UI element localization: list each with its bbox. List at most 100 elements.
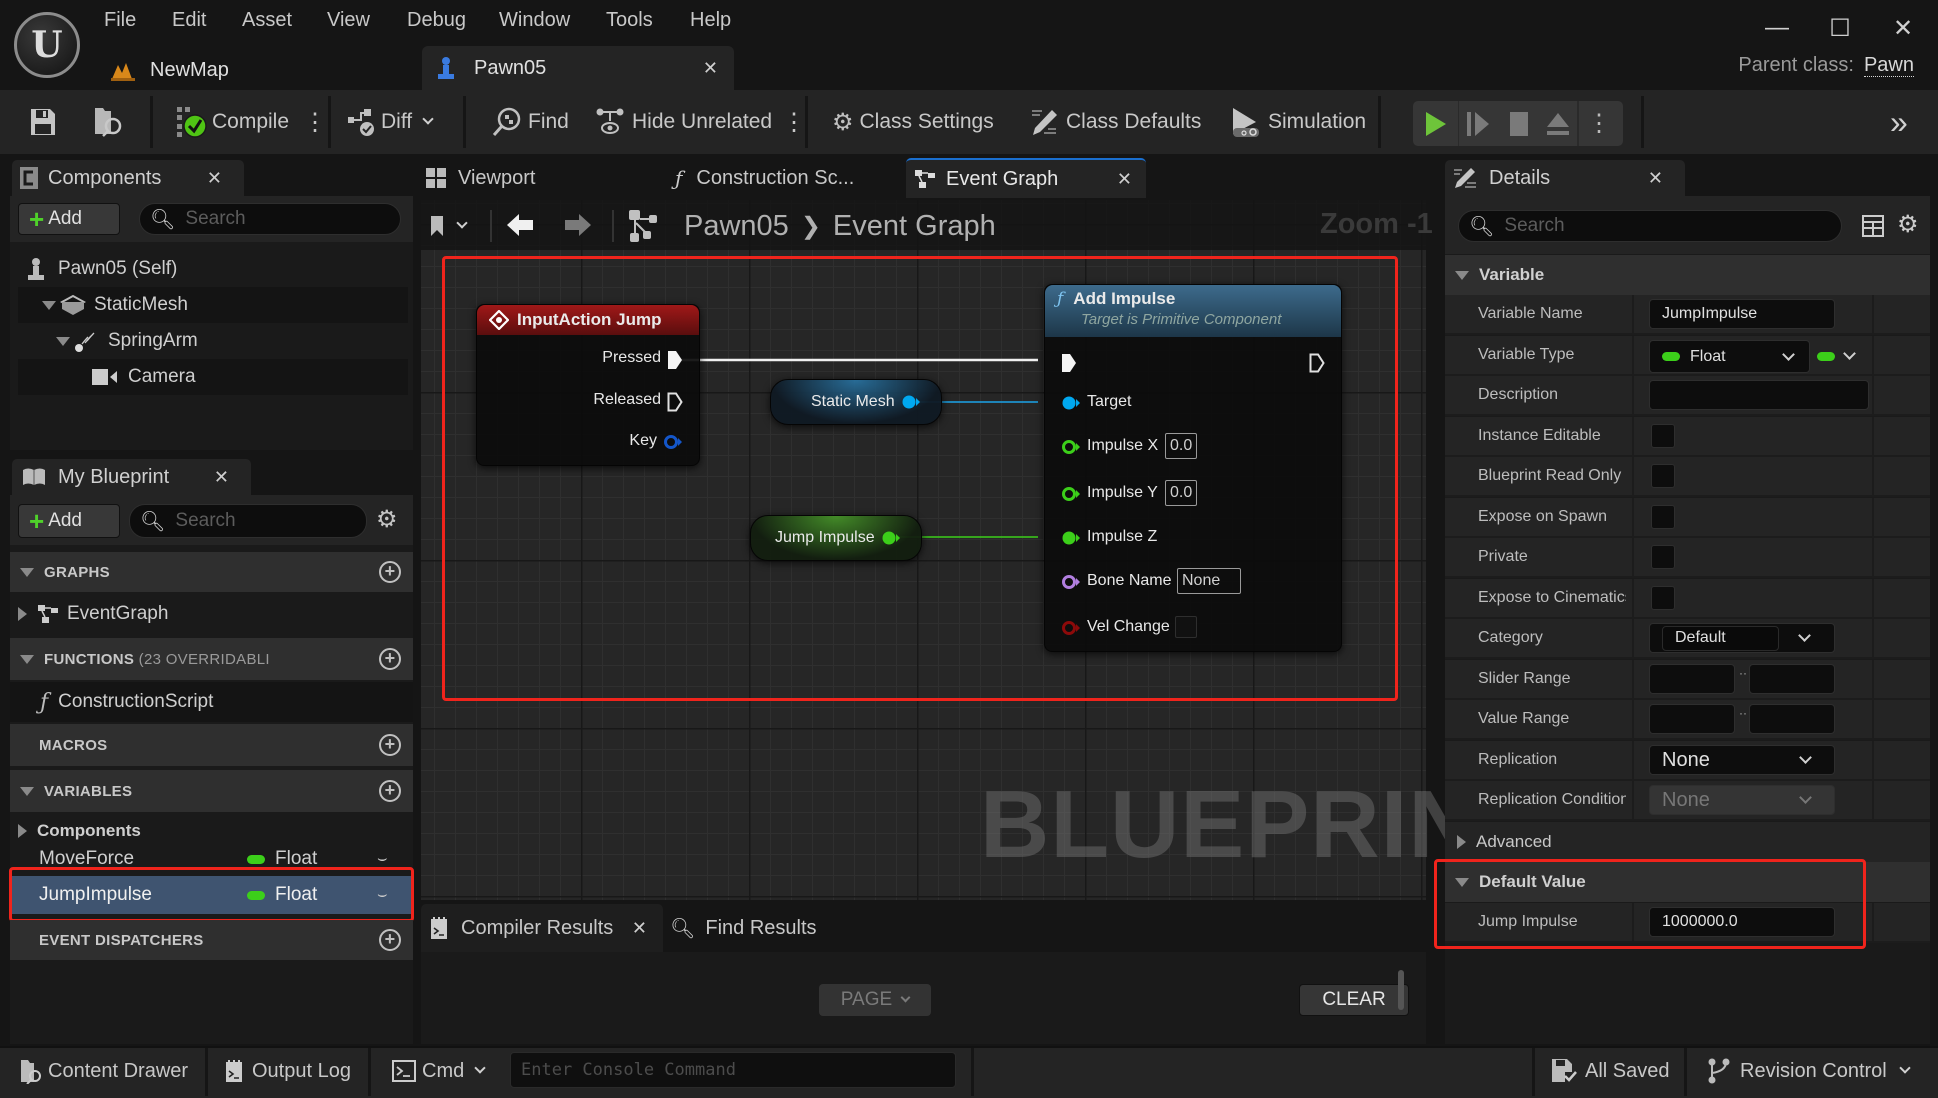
add-macro-icon[interactable]: + — [379, 734, 401, 756]
table-view-icon[interactable] — [1862, 215, 1884, 237]
browse-button[interactable] — [93, 90, 125, 154]
class-settings-button[interactable]: ⚙ Class Settings — [832, 90, 994, 154]
blueprint-read-only-checkbox[interactable] — [1651, 464, 1675, 488]
menu-help[interactable]: Help — [690, 9, 731, 32]
tree-item-staticmesh[interactable]: StaticMesh — [18, 287, 408, 323]
breadcrumb-item-event-graph[interactable]: Event Graph — [833, 210, 996, 243]
clear-button[interactable]: CLEAR — [1299, 984, 1409, 1016]
editor-tab-viewport[interactable]: Viewport — [426, 160, 535, 196]
details-section-default-value[interactable]: Default Value — [1445, 862, 1930, 902]
section-macros[interactable]: MACROS + — [10, 724, 413, 766]
eye-closed-icon[interactable]: ⌣ — [377, 850, 388, 868]
tab-compiler-results[interactable]: Compiler Results ✕ — [421, 904, 663, 952]
node-inputaction-jump[interactable]: InputAction Jump Pressed Released Key — [476, 304, 700, 466]
bookmark-button[interactable] — [430, 210, 468, 242]
variable-item-moveforce[interactable]: MoveForce Float ⌣ — [10, 840, 413, 878]
value-range-min-input[interactable] — [1649, 704, 1735, 734]
menu-tools[interactable]: Tools — [606, 9, 653, 32]
expand-arrow-icon[interactable] — [42, 300, 56, 310]
exec-in-pin-icon[interactable] — [1061, 353, 1077, 373]
float-pin-icon[interactable] — [881, 530, 901, 546]
play-options-button[interactable]: ⋮ — [1579, 101, 1619, 146]
add-event-dispatcher-icon[interactable]: + — [379, 929, 401, 951]
replication-dropdown[interactable]: None — [1649, 745, 1835, 775]
save-button[interactable] — [30, 90, 56, 154]
editor-tab-construction-script[interactable]: ƒ Construction Sc... — [675, 160, 854, 196]
section-graphs[interactable]: GRAPHS + — [10, 552, 413, 592]
vel-change-checkbox[interactable] — [1175, 616, 1197, 638]
toolbar-overflow-icon[interactable]: » — [1890, 90, 1908, 154]
variable-item-jumpimpulse[interactable]: JumpImpulse Float ⌣ — [12, 876, 411, 914]
find-button[interactable]: Find — [492, 90, 569, 154]
class-defaults-button[interactable]: Class Defaults — [1030, 90, 1201, 154]
components-search-input[interactable]: 🔍︎ Search — [139, 203, 401, 235]
chevron-down-icon[interactable] — [1798, 629, 1811, 642]
expand-arrow-icon[interactable] — [56, 336, 70, 346]
category-input[interactable]: Default — [1662, 626, 1779, 651]
details-section-variable[interactable]: Variable — [1445, 255, 1930, 295]
category-combo[interactable]: Default — [1649, 623, 1835, 653]
expose-to-cinematics-checkbox[interactable] — [1651, 586, 1675, 610]
menu-window[interactable]: Window — [499, 9, 570, 32]
tab-find-results[interactable]: 🔍︎ Find Results — [670, 904, 817, 952]
add-variable-icon[interactable]: + — [379, 780, 401, 802]
close-tab-icon[interactable]: ✕ — [703, 58, 718, 79]
close-tab-icon[interactable]: ✕ — [1117, 169, 1132, 190]
menu-edit[interactable]: Edit — [172, 9, 206, 32]
menu-file[interactable]: File — [104, 9, 136, 32]
unreal-logo-icon[interactable]: U — [14, 12, 80, 78]
value-range-max-input[interactable] — [1749, 704, 1835, 734]
details-search-input[interactable]: 🔍︎ Search — [1458, 210, 1842, 242]
description-input[interactable] — [1649, 380, 1869, 410]
impulse-x-input[interactable]: 0.0 — [1165, 433, 1198, 459]
float-pin-empty-icon[interactable] — [1061, 439, 1081, 455]
variable-type-dropdown[interactable]: Float — [1649, 340, 1810, 373]
stop-button[interactable] — [1499, 101, 1539, 146]
float-pin-icon[interactable] — [1061, 530, 1081, 546]
tree-item-pawn05-self[interactable]: Pawn05 (Self) — [18, 251, 408, 287]
graph-options-button[interactable]: ⋮ — [782, 90, 806, 154]
details-section-advanced[interactable]: Advanced — [1445, 822, 1930, 862]
graph-item-eventgraph[interactable]: EventGraph — [10, 594, 413, 634]
exec-pin-empty-icon[interactable] — [667, 392, 683, 412]
bool-pin-icon[interactable] — [1061, 620, 1081, 636]
my-blueprint-tab[interactable]: My Blueprint ✕ — [12, 459, 251, 495]
variable-name-input[interactable]: JumpImpulse — [1649, 299, 1835, 329]
object-pin-icon[interactable] — [1061, 395, 1081, 411]
section-functions[interactable]: FUNCTIONS (23 OVERRIDABLI + — [10, 638, 413, 680]
editor-tab-event-graph[interactable]: Event Graph ✕ — [906, 158, 1146, 198]
slider-range-max-input[interactable] — [1749, 664, 1835, 694]
settings-gear-icon[interactable]: ⚙ — [376, 505, 398, 534]
exec-pin-filled-icon[interactable] — [667, 350, 683, 370]
container-type-dropdown[interactable] — [1817, 342, 1856, 370]
page-dropdown[interactable]: PAGE — [819, 984, 931, 1016]
instance-editable-checkbox[interactable] — [1651, 424, 1675, 448]
function-item-constructionscript[interactable]: ƒ ConstructionScript — [10, 682, 413, 722]
compile-button[interactable]: Compile — [176, 90, 289, 154]
my-blueprint-search-input[interactable]: 🔍︎ Search — [129, 504, 367, 538]
hide-unrelated-button[interactable]: Hide Unrelated — [596, 90, 772, 154]
node-static-mesh-getter[interactable]: Static Mesh — [770, 379, 942, 425]
forward-button[interactable] — [563, 210, 593, 246]
impulse-y-input[interactable]: 0.0 — [1165, 480, 1198, 506]
menu-debug[interactable]: Debug — [407, 9, 466, 32]
diff-button[interactable]: Diff — [347, 90, 434, 154]
expose-on-spawn-checkbox[interactable] — [1651, 505, 1675, 529]
cmd-dropdown[interactable]: Cmd — [392, 1046, 486, 1096]
private-checkbox[interactable] — [1651, 545, 1675, 569]
object-pin-icon[interactable] — [901, 394, 921, 410]
tree-item-springarm[interactable]: SpringArm — [18, 323, 408, 359]
step-button[interactable] — [1459, 101, 1499, 146]
maximize-button[interactable]: ☐ — [1820, 14, 1860, 43]
eye-closed-icon[interactable]: ⌣ — [377, 886, 388, 904]
minimize-button[interactable]: — — [1757, 14, 1797, 42]
content-drawer-button[interactable]: Content Drawer — [20, 1046, 188, 1096]
jump-impulse-default-input[interactable]: 1000000.0 — [1649, 907, 1835, 937]
doc-tab-pawn05[interactable]: Pawn05 ✕ — [422, 46, 734, 90]
simulation-button[interactable]: Simulation — [1230, 90, 1366, 154]
tree-item-camera[interactable]: Camera — [18, 359, 408, 395]
menu-asset[interactable]: Asset — [242, 9, 292, 32]
bone-name-input[interactable]: None — [1177, 568, 1241, 594]
details-settings-gear-icon[interactable]: ⚙ — [1897, 210, 1919, 239]
close-tab-icon[interactable]: ✕ — [632, 918, 647, 939]
